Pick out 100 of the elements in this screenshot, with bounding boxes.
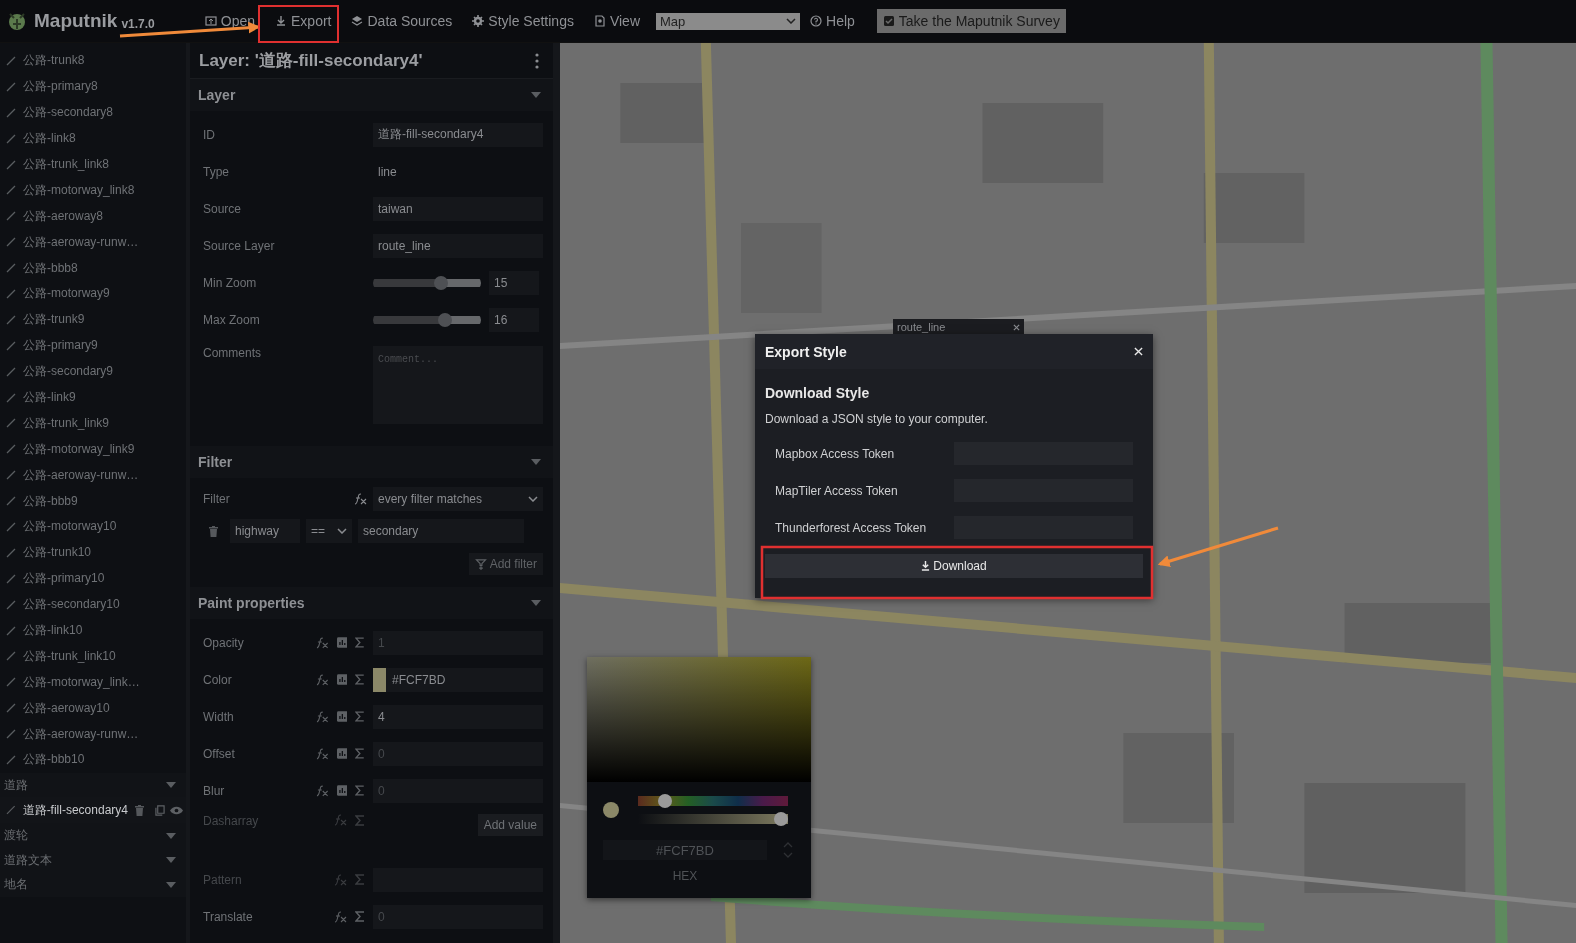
caret-icon [166,782,176,789]
layer-item[interactable]: 公路-aeroway8 [0,203,186,230]
eye-icon[interactable] [170,805,183,815]
color-picker[interactable]: #FCF7BD HEX [587,657,811,898]
layer-item[interactable]: 公路-motorway_link8 [0,177,186,204]
data-icon[interactable] [336,674,348,685]
add-filter-button[interactable]: Add filter [468,553,543,575]
layer-item[interactable]: 公路-aeroway-runw… [0,462,186,489]
number-field[interactable]: 16 [489,307,539,332]
section-header[interactable]: Layer [190,79,553,111]
operator-select[interactable]: == [306,519,352,543]
data-icon[interactable] [336,748,348,759]
view-button[interactable]: View [583,9,650,33]
color-swatch[interactable] [373,667,386,692]
field-label: Source Layer [203,238,276,253]
toolbar-button[interactable]: Export [265,9,342,33]
text-field[interactable]: 道路-fill-secondary4 [373,122,543,147]
layer-item[interactable]: 公路-motorway9 [0,281,186,307]
toggle-icon[interactable] [783,842,793,858]
copy-icon[interactable] [155,804,165,816]
token-label: MapTiler Access Token [775,483,899,498]
trash-icon[interactable] [135,804,144,816]
data-icon[interactable] [336,711,348,722]
layer-item[interactable]: 公路-secondary9 [0,358,186,385]
sigma-icon[interactable] [355,911,365,922]
layer-item[interactable]: 公路-aeroway-runw… [0,721,186,748]
line-icon [6,496,16,507]
slider-thumb[interactable] [658,794,673,808]
toolbar-button[interactable]: Help [800,9,865,33]
line-icon [6,211,16,222]
slider-thumb[interactable] [438,312,453,327]
layer-item[interactable]: 公路-bbb8 [0,255,186,281]
sigma-icon[interactable] [355,785,365,796]
layer-item[interactable]: 公路-aeroway-runw… [0,229,186,256]
color-field[interactable]: #FCF7BD [373,667,543,692]
text-field[interactable]: taiwan [373,196,543,221]
zoom-slider[interactable] [373,275,481,290]
toolbar-button[interactable]: Style Settings [462,9,584,33]
field-label: Source [203,201,243,216]
hue-slider[interactable] [638,794,788,808]
value-field[interactable]: 4 [373,704,543,729]
function-icon[interactable] [315,636,329,649]
layer-item[interactable]: 公路-bbb9 [0,488,186,515]
number-field[interactable]: 15 [489,270,539,295]
line-icon [6,237,16,248]
data-icon[interactable] [336,637,348,648]
function-icon[interactable] [353,493,367,505]
slider-thumb[interactable] [433,275,448,290]
value-field[interactable]: secondary [358,519,524,543]
layer-item[interactable]: 公路-trunk_link9 [0,410,186,437]
toolbar-button[interactable]: Open [194,9,265,33]
function-icon[interactable] [315,673,329,686]
layer-item[interactable]: 公路-primary10 [0,565,186,592]
function-icon[interactable] [315,710,329,723]
caret-icon [166,881,176,888]
function-icon[interactable] [315,747,329,760]
sigma-icon[interactable] [355,674,365,685]
layer-item[interactable]: 公路-motorway10 [0,514,186,540]
layer-item[interactable]: 公路-trunk_link10 [0,643,186,670]
layer-item[interactable]: 公路-link8 [0,125,186,152]
layer-item[interactable]: 公路-trunk9 [0,306,186,333]
layer-item[interactable]: 公路-link9 [0,384,186,411]
layer-item[interactable]: 公路-trunk10 [0,539,186,566]
layer-item[interactable]: 公路-trunk8 [0,48,186,74]
combinator-select[interactable]: every filter matches [373,487,543,511]
hex-field[interactable]: #FCF7BD [603,840,767,860]
sigma-icon[interactable] [355,748,365,759]
section-header[interactable]: Paint properties [190,587,553,619]
dialog-heading: Download Style [765,385,871,401]
layer-item[interactable]: 道路-fill-secondary4 [0,797,186,824]
slider-thumb[interactable] [774,812,788,826]
layer-item[interactable]: 公路-trunk_link8 [0,151,186,178]
saturation-area[interactable] [587,657,811,782]
view-select[interactable]: Map [656,12,800,30]
token-label: Mapbox Access Token [775,446,896,461]
text-field[interactable]: route_line [373,233,543,258]
line-icon [6,107,16,118]
survey-button[interactable]: Take the Maputnik Survey [876,9,1066,33]
section-header[interactable]: Filter [190,446,553,478]
key-field[interactable]: highway [230,519,300,543]
field-label: Type [203,164,230,179]
toolbar-button[interactable]: Data Sources [341,9,463,33]
layer-item[interactable]: 公路-primary9 [0,332,186,359]
data-icon[interactable] [336,785,348,796]
more-icon[interactable] [535,52,539,69]
zoom-slider[interactable] [373,312,481,327]
layer-item[interactable]: 公路-link10 [0,617,186,644]
download-button[interactable]: Download [765,554,1143,578]
layer-item[interactable]: 公路-secondary8 [0,99,186,126]
trash-icon[interactable] [209,525,218,537]
layer-item[interactable]: 公路-bbb10 [0,747,186,773]
function-icon[interactable] [315,784,329,797]
layer-item[interactable]: 公路-motorway_link… [0,669,186,696]
sigma-icon[interactable] [355,711,365,722]
layer-item[interactable]: 公路-motorway_link9 [0,436,186,463]
sigma-icon[interactable] [355,637,365,648]
layer-item[interactable]: 公路-aeroway10 [0,695,186,722]
function-icon[interactable] [333,910,347,923]
layer-item[interactable]: 公路-secondary10 [0,591,186,618]
layer-item[interactable]: 公路-primary8 [0,73,186,100]
